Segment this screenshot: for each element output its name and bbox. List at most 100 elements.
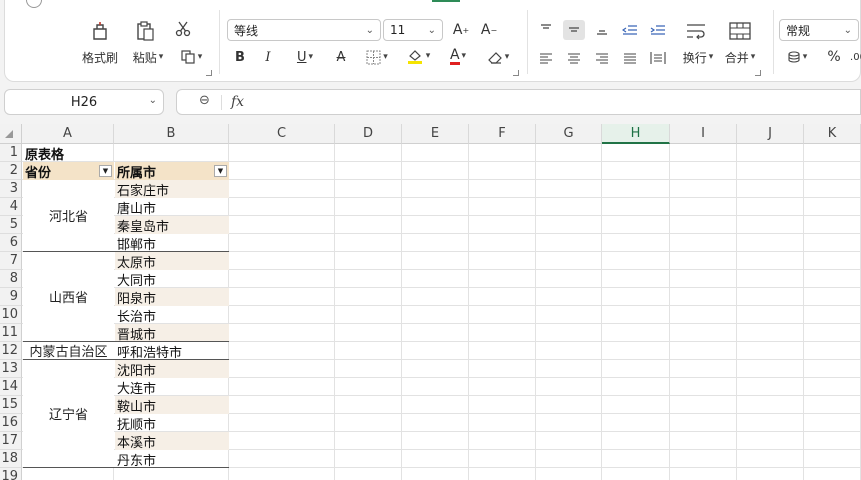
increase-font-size-button[interactable]: A + bbox=[451, 19, 471, 41]
copy-button[interactable]: ▾ bbox=[173, 46, 209, 68]
divider bbox=[527, 10, 528, 74]
justify-icon[interactable] bbox=[619, 48, 641, 68]
alignment-launcher-icon[interactable] bbox=[755, 70, 761, 76]
column-header-a[interactable]: A bbox=[22, 124, 114, 144]
underline-button[interactable]: U ▾ bbox=[289, 47, 321, 67]
font-color-button[interactable]: A ▾ bbox=[441, 45, 475, 67]
header-city: 所属市 bbox=[115, 162, 229, 181]
underline-glyph: U bbox=[296, 49, 307, 65]
column-header-e[interactable]: E bbox=[402, 124, 469, 144]
city-cell[interactable]: 太原市 bbox=[115, 252, 229, 271]
city-cell[interactable]: 鞍山市 bbox=[115, 396, 229, 415]
city-cell[interactable]: 秦皇岛市 bbox=[115, 216, 229, 235]
city-cell[interactable]: 阳泉市 bbox=[115, 288, 229, 307]
row-header-6[interactable]: 6 bbox=[0, 234, 22, 252]
borders-button[interactable]: ▾ bbox=[361, 47, 393, 67]
strikethrough-button[interactable]: A bbox=[331, 47, 351, 67]
city-cell[interactable]: 抚顺市 bbox=[115, 414, 229, 433]
row-header-5[interactable]: 5 bbox=[0, 216, 22, 234]
city-cell[interactable]: 大连市 bbox=[115, 378, 229, 397]
fill-color-button[interactable]: ▾ bbox=[401, 45, 435, 67]
province-cell[interactable]: 山西省 bbox=[23, 252, 114, 342]
bold-button[interactable]: B bbox=[231, 47, 249, 67]
align-bottom-icon[interactable] bbox=[591, 20, 613, 40]
row-header-19[interactable]: 19 bbox=[0, 468, 22, 480]
city-cell[interactable]: 长治市 bbox=[115, 306, 229, 325]
row-header-4[interactable]: 4 bbox=[0, 198, 22, 216]
clipboard-launcher-icon[interactable] bbox=[206, 70, 212, 76]
column-header-f[interactable]: F bbox=[469, 124, 536, 144]
city-cell[interactable]: 大同市 bbox=[115, 270, 229, 289]
currency-format-button[interactable]: ▾ bbox=[781, 47, 813, 67]
row-header-10[interactable]: 10 bbox=[0, 306, 22, 324]
format-painter-button[interactable]: 格式刷 bbox=[77, 48, 123, 66]
province-cell[interactable]: 辽宁省 bbox=[23, 360, 114, 468]
row-header-14[interactable]: 14 bbox=[0, 378, 22, 396]
italic-button[interactable]: I bbox=[259, 47, 277, 67]
province-cell[interactable]: 内蒙古自治区 bbox=[23, 342, 114, 360]
align-middle-icon[interactable] bbox=[563, 20, 585, 40]
row-header-8[interactable]: 8 bbox=[0, 270, 22, 288]
zoom-formula-icon[interactable]: ⊖ bbox=[199, 93, 210, 108]
city-cell[interactable]: 邯郸市 bbox=[115, 234, 229, 253]
province-cell[interactable]: 河北省 bbox=[23, 180, 114, 252]
format-painter-icon[interactable] bbox=[87, 18, 113, 44]
clear-format-button[interactable]: ▾ bbox=[481, 47, 515, 67]
decrease-indent-icon[interactable] bbox=[619, 20, 641, 40]
row-header-16[interactable]: 16 bbox=[0, 414, 22, 432]
merge-cells-button[interactable]: 合并 ▾ bbox=[719, 48, 761, 66]
column-header-c[interactable]: C bbox=[229, 124, 335, 144]
decrease-font-size-button[interactable]: A − bbox=[479, 19, 499, 41]
row-header-3[interactable]: 3 bbox=[0, 180, 22, 198]
increase-indent-icon[interactable] bbox=[647, 20, 669, 40]
column-header-h[interactable]: H bbox=[602, 124, 670, 144]
merge-cells-icon[interactable] bbox=[725, 18, 755, 44]
align-top-icon[interactable] bbox=[535, 20, 557, 40]
comma-style-icon[interactable]: .00 bbox=[851, 47, 861, 67]
row-header-18[interactable]: 18 bbox=[0, 450, 22, 468]
formula-bar[interactable]: ⊖ fx bbox=[176, 89, 861, 115]
number-format-dropdown[interactable]: 常规 ⌄ bbox=[779, 19, 859, 41]
font-size-dropdown[interactable]: 11 ⌄ bbox=[383, 19, 443, 41]
paste-button[interactable]: 粘贴 ▾ bbox=[127, 48, 169, 66]
column-header-g[interactable]: G bbox=[536, 124, 602, 144]
align-right-icon[interactable] bbox=[591, 48, 613, 68]
align-center-icon[interactable] bbox=[563, 48, 585, 68]
filter-dropdown-icon[interactable]: ▼ bbox=[214, 165, 227, 177]
column-header-j[interactable]: J bbox=[737, 124, 804, 144]
row-header-15[interactable]: 15 bbox=[0, 396, 22, 414]
column-header-i[interactable]: I bbox=[670, 124, 737, 144]
row-header-9[interactable]: 9 bbox=[0, 288, 22, 306]
row-header-12[interactable]: 12 bbox=[0, 342, 22, 360]
font-launcher-icon[interactable] bbox=[513, 70, 519, 76]
paste-icon[interactable] bbox=[132, 18, 158, 44]
column-header-d[interactable]: D bbox=[335, 124, 402, 144]
chevron-down-icon: ▾ bbox=[308, 52, 314, 62]
divider bbox=[773, 10, 774, 74]
city-cell[interactable]: 石家庄市 bbox=[115, 180, 229, 199]
name-box[interactable]: H26 ⌄ bbox=[4, 89, 164, 115]
percent-button[interactable]: % bbox=[823, 47, 845, 67]
city-cell[interactable]: 呼和浩特市 bbox=[115, 342, 229, 361]
city-cell[interactable]: 丹东市 bbox=[115, 450, 229, 469]
row-header-7[interactable]: 7 bbox=[0, 252, 22, 270]
wrap-text-icon[interactable] bbox=[681, 18, 711, 44]
column-header-b[interactable]: B bbox=[114, 124, 229, 144]
insert-function-icon[interactable]: fx bbox=[231, 94, 244, 110]
row-header-17[interactable]: 17 bbox=[0, 432, 22, 450]
column-header-k[interactable]: K bbox=[804, 124, 861, 144]
city-cell[interactable]: 本溪市 bbox=[115, 432, 229, 451]
city-cell[interactable]: 唐山市 bbox=[115, 198, 229, 217]
city-cell[interactable]: 晋城市 bbox=[115, 324, 229, 343]
filter-dropdown-icon[interactable]: ▼ bbox=[99, 165, 112, 177]
row-header-13[interactable]: 13 bbox=[0, 360, 22, 378]
city-cell[interactable]: 沈阳市 bbox=[115, 360, 229, 379]
wrap-text-button[interactable]: 换行 ▾ bbox=[677, 48, 719, 66]
row-header-1[interactable]: 1 bbox=[0, 144, 22, 162]
cut-icon[interactable] bbox=[171, 18, 195, 40]
font-name-dropdown[interactable]: 等线 ⌄ bbox=[227, 19, 381, 41]
distributed-align-icon[interactable] bbox=[647, 48, 669, 68]
align-left-icon[interactable] bbox=[535, 48, 557, 68]
row-header-11[interactable]: 11 bbox=[0, 324, 22, 342]
row-header-2[interactable]: 2 bbox=[0, 162, 22, 180]
